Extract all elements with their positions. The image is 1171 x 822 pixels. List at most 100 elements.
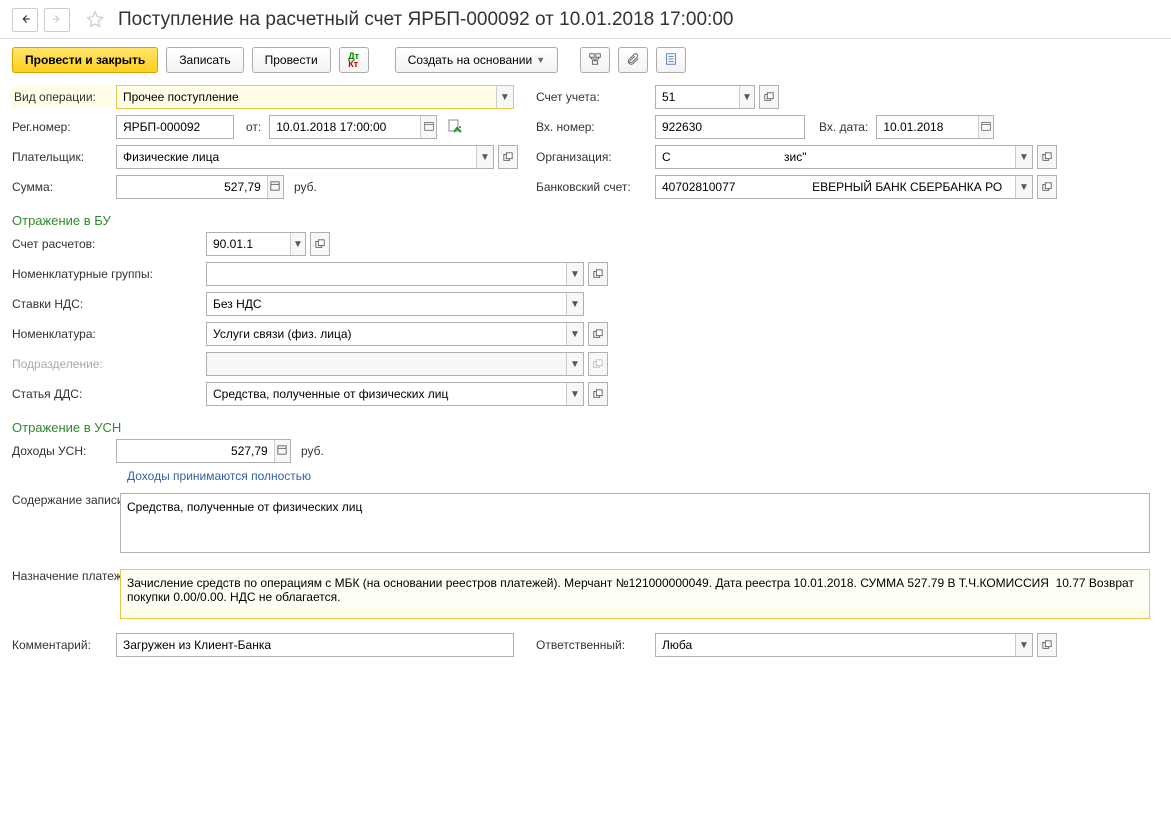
- attachments-button[interactable]: [618, 47, 648, 73]
- nom-groups-input[interactable]: [207, 263, 566, 285]
- section-bu-title: Отражение в БУ: [12, 205, 1159, 232]
- kudir-textarea[interactable]: [121, 494, 1149, 548]
- favorite-button[interactable]: [84, 9, 106, 31]
- document-status-icon: [447, 118, 463, 137]
- create-based-label: Создать на основании: [408, 53, 533, 67]
- arrow-right-icon: [50, 12, 64, 29]
- toolbar: Провести и закрыть Записать Провести ДтК…: [0, 39, 1171, 81]
- nom-groups-label: Номенклатурные группы:: [12, 267, 202, 281]
- nav-forward-button[interactable]: [44, 8, 70, 32]
- usn-income-calc-button[interactable]: [274, 440, 290, 462]
- payer-dropdown[interactable]: ▼: [476, 146, 493, 168]
- in-date-input[interactable]: [877, 116, 978, 138]
- payer-open-button[interactable]: [499, 146, 517, 168]
- bank-acc-dropdown[interactable]: ▼: [1015, 176, 1032, 198]
- op-type-dropdown[interactable]: ▼: [496, 86, 513, 108]
- org-open-button[interactable]: [1038, 146, 1056, 168]
- calculator-icon: [277, 445, 287, 458]
- date-input[interactable]: [270, 116, 420, 138]
- reg-no-label: Рег.номер:: [12, 120, 112, 134]
- account-dropdown[interactable]: ▼: [739, 86, 754, 108]
- reg-no-input[interactable]: [117, 116, 233, 138]
- nomenclature-label: Номенклатура:: [12, 327, 202, 341]
- responsible-label: Ответственный:: [536, 638, 651, 652]
- nav-back-button[interactable]: [12, 8, 38, 32]
- account-open-button[interactable]: [760, 86, 778, 108]
- nom-groups-open-button[interactable]: [589, 263, 607, 285]
- payer-label: Плательщик:: [12, 150, 112, 164]
- sum-input[interactable]: [117, 176, 267, 198]
- org-label: Организация:: [536, 150, 651, 164]
- vat-rates-dropdown[interactable]: ▼: [566, 293, 583, 315]
- payer-input[interactable]: [117, 146, 476, 168]
- dds-label: Статья ДДС:: [12, 387, 202, 401]
- bank-acc-label: Банковский счет:: [536, 180, 651, 194]
- dds-input[interactable]: [207, 383, 566, 405]
- nomenclature-open-button[interactable]: [589, 323, 607, 345]
- report-button[interactable]: [656, 47, 686, 73]
- acc-settl-dropdown[interactable]: ▼: [290, 233, 305, 255]
- in-date-picker-button[interactable]: [978, 116, 993, 138]
- nomenclature-dropdown[interactable]: ▼: [566, 323, 583, 345]
- responsible-input[interactable]: [656, 634, 1015, 656]
- calendar-icon: [981, 121, 991, 134]
- org-dropdown[interactable]: ▼: [1015, 146, 1032, 168]
- org-input[interactable]: [656, 146, 1015, 168]
- calculator-icon: [270, 181, 280, 194]
- account-input[interactable]: [656, 86, 739, 108]
- document-icon: [664, 52, 678, 69]
- in-date-label: Вх. дата:: [819, 120, 868, 134]
- acc-settl-open-button[interactable]: [311, 233, 329, 255]
- bank-acc-input[interactable]: [656, 176, 1015, 198]
- usn-income-input[interactable]: [117, 440, 274, 462]
- section-usn-title: Отражение в УСН: [12, 412, 1159, 439]
- in-no-input[interactable]: [656, 116, 804, 138]
- paperclip-icon: [626, 52, 640, 69]
- post-and-close-button[interactable]: Провести и закрыть: [12, 47, 158, 73]
- acc-settl-input[interactable]: [207, 233, 290, 255]
- dtkt-icon: ДтКт: [348, 52, 359, 68]
- bank-acc-open-button[interactable]: [1038, 176, 1056, 198]
- calendar-icon: [424, 121, 434, 134]
- responsible-dropdown[interactable]: ▼: [1015, 634, 1032, 656]
- comment-label: Комментарий:: [12, 638, 112, 652]
- chevron-down-icon: ▼: [536, 55, 545, 65]
- tree-icon: [588, 52, 602, 69]
- dds-open-button[interactable]: [589, 383, 607, 405]
- purpose-textarea[interactable]: [121, 570, 1149, 610]
- division-label: Подразделение:: [12, 357, 202, 371]
- date-picker-button[interactable]: [420, 116, 436, 138]
- sum-calc-button[interactable]: [267, 176, 283, 198]
- division-open-button: [589, 353, 607, 375]
- save-button[interactable]: Записать: [166, 47, 243, 73]
- responsible-open-button[interactable]: [1038, 634, 1056, 656]
- star-icon: [86, 10, 104, 31]
- division-dropdown: ▼: [566, 353, 583, 375]
- in-no-label: Вх. номер:: [536, 120, 651, 134]
- page-title: Поступление на расчетный счет ЯРБП-00009…: [118, 9, 733, 31]
- dds-dropdown[interactable]: ▼: [566, 383, 583, 405]
- nom-groups-dropdown[interactable]: ▼: [566, 263, 583, 285]
- debit-credit-button[interactable]: ДтКт: [339, 47, 369, 73]
- usn-full-income-link[interactable]: Доходы принимаются полностью: [127, 469, 311, 483]
- division-input: [207, 353, 566, 375]
- usn-income-label: Доходы УСН:: [12, 444, 112, 458]
- acc-settl-label: Счет расчетов:: [12, 237, 202, 251]
- nomenclature-input[interactable]: [207, 323, 566, 345]
- from-label: от:: [246, 120, 261, 134]
- op-type-label: Вид операции:: [12, 86, 112, 108]
- kudir-label: Содержание записи КУДиР:: [12, 493, 112, 507]
- op-type-input[interactable]: [117, 86, 496, 108]
- vat-rates-input[interactable]: [207, 293, 566, 315]
- purpose-label: Назначение платежа:: [12, 569, 112, 583]
- rub-label: руб.: [294, 180, 317, 194]
- arrow-left-icon: [18, 12, 32, 29]
- sum-label: Сумма:: [12, 180, 112, 194]
- account-label: Счет учета:: [536, 90, 651, 104]
- post-button[interactable]: Провести: [252, 47, 331, 73]
- structure-button[interactable]: [580, 47, 610, 73]
- comment-input[interactable]: [117, 634, 513, 656]
- titlebar: Поступление на расчетный счет ЯРБП-00009…: [0, 0, 1171, 39]
- vat-rates-label: Ставки НДС:: [12, 297, 202, 311]
- create-based-on-button[interactable]: Создать на основании ▼: [395, 47, 558, 73]
